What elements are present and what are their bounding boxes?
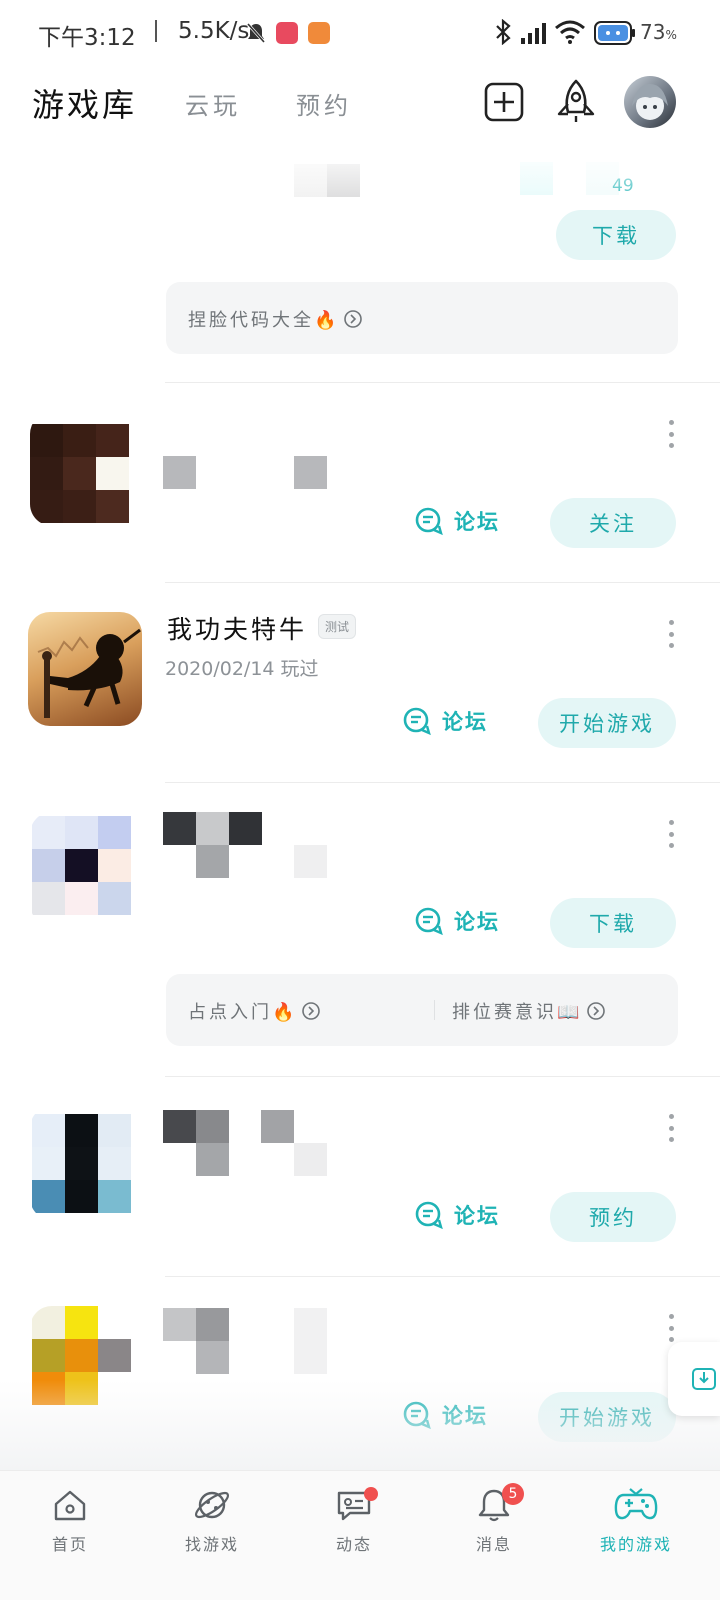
gamepad-icon [614, 1488, 658, 1520]
forum-icon [415, 907, 443, 936]
tip-label: 捏脸代码大全🔥 [188, 310, 340, 331]
nav-label: 找游戏 [184, 1535, 239, 1554]
download-manager-icon [692, 1368, 716, 1390]
tip-label: 占点入门🔥 [188, 1002, 298, 1023]
game-icon[interactable] [30, 1306, 144, 1420]
forum-icon [403, 1401, 431, 1430]
tip-label: 排位赛意识📖 [452, 1002, 583, 1023]
nav-find-games[interactable]: 找游戏 [142, 1485, 282, 1555]
tip-link[interactable]: 捏脸代码大全🔥 [188, 306, 363, 332]
nav-label: 动态 [335, 1535, 372, 1554]
divider [165, 382, 720, 383]
game-artwork [37, 628, 141, 718]
status-bar: 下午3:12 5.5K/s 73% [0, 0, 720, 64]
more-options-button[interactable] [664, 1314, 678, 1342]
battery-icon [594, 21, 635, 45]
reserve-button[interactable]: 预约 [550, 1192, 676, 1242]
bottom-navigation: 首页 找游戏 动态 5 消息 我的游戏 [0, 1470, 720, 1600]
forum-label: 论坛 [442, 709, 488, 734]
activity-dot-badge [364, 1487, 378, 1501]
forum-label: 论坛 [442, 1403, 488, 1428]
game-title[interactable]: 我功夫特牛 [167, 610, 307, 646]
nav-messages[interactable]: 5 消息 [424, 1483, 564, 1555]
forum-link[interactable]: 论坛 [414, 906, 500, 936]
more-options-button[interactable] [664, 620, 678, 648]
forum-icon [403, 707, 431, 736]
status-time: 下午3:12 [38, 25, 136, 51]
game-icon[interactable] [28, 612, 142, 726]
forum-label: 论坛 [454, 909, 500, 934]
tab-cloud-play[interactable]: 云玩 [185, 86, 241, 121]
game-icon[interactable] [30, 812, 144, 926]
download-button[interactable]: 下载 [556, 210, 676, 260]
planet-icon [194, 1491, 230, 1519]
download-button[interactable]: 下载 [550, 898, 676, 948]
game-count: 49 [612, 176, 634, 196]
mute-bell-icon [246, 23, 266, 43]
forum-label: 论坛 [454, 1203, 500, 1228]
tab-reservations[interactable]: 预约 [296, 86, 352, 121]
wifi-icon [555, 20, 585, 44]
nav-label: 首页 [51, 1535, 88, 1554]
divider [165, 582, 720, 583]
divider [165, 782, 720, 783]
beta-tag: 测试 [318, 614, 357, 639]
home-icon [54, 1490, 86, 1521]
last-played: 2020/02/14 玩过 [165, 658, 319, 680]
notification-app-icon [308, 22, 330, 44]
tip-separator [434, 1000, 435, 1020]
floating-side-button[interactable] [668, 1342, 720, 1416]
battery-level: 73% [640, 20, 677, 44]
tips-card: 占点入门🔥 排位赛意识📖 [166, 974, 678, 1046]
divider [165, 1076, 720, 1077]
nav-home[interactable]: 首页 [0, 1485, 140, 1555]
bluetooth-icon [496, 19, 511, 45]
nav-activity[interactable]: 动态 [284, 1485, 424, 1555]
avatar-image [632, 84, 668, 120]
arrow-right-circle-icon [302, 1002, 321, 1020]
forum-label: 论坛 [454, 509, 500, 534]
messages-count-badge: 5 [502, 1483, 524, 1505]
signal-icon [521, 23, 546, 44]
tip-link[interactable]: 占点入门🔥 [188, 998, 321, 1024]
add-game-button[interactable] [484, 82, 524, 122]
tip-link[interactable]: 排位赛意识📖 [452, 998, 606, 1024]
forum-icon [415, 507, 443, 536]
arrow-right-circle-icon [587, 1002, 606, 1020]
forum-link[interactable]: 论坛 [414, 506, 500, 536]
notification-app-icon [276, 22, 298, 44]
nav-label: 消息 [475, 1535, 512, 1554]
more-options-button[interactable] [664, 420, 678, 448]
start-game-button[interactable]: 开始游戏 [538, 1392, 676, 1442]
status-separator [155, 20, 157, 42]
game-list: 49 下载 捏脸代码大全🔥 论坛 关注 我功夫特牛 测试 2020/02/14 … [0, 140, 720, 1470]
forum-icon [415, 1201, 443, 1230]
rocket-accelerate-icon[interactable] [554, 78, 598, 126]
forum-link[interactable]: 论坛 [402, 706, 488, 736]
top-header: 游戏库 云玩 预约 [0, 64, 720, 144]
status-network-speed: 5.5K/s [178, 18, 250, 44]
forum-link[interactable]: 论坛 [414, 1200, 500, 1230]
user-avatar[interactable] [624, 76, 676, 128]
start-game-button[interactable]: 开始游戏 [538, 698, 676, 748]
tips-card: 捏脸代码大全🔥 [166, 282, 678, 354]
divider [165, 1276, 720, 1277]
more-options-button[interactable] [664, 1114, 678, 1142]
nav-label: 我的游戏 [599, 1535, 672, 1554]
more-options-button[interactable] [664, 820, 678, 848]
game-icon[interactable] [30, 1106, 144, 1220]
arrow-right-circle-icon [344, 310, 363, 328]
game-icon[interactable] [30, 412, 144, 526]
forum-link[interactable]: 论坛 [402, 1400, 488, 1430]
tab-game-library[interactable]: 游戏库 [32, 80, 137, 126]
nav-my-games[interactable]: 我的游戏 [566, 1485, 706, 1555]
follow-button[interactable]: 关注 [550, 498, 676, 548]
